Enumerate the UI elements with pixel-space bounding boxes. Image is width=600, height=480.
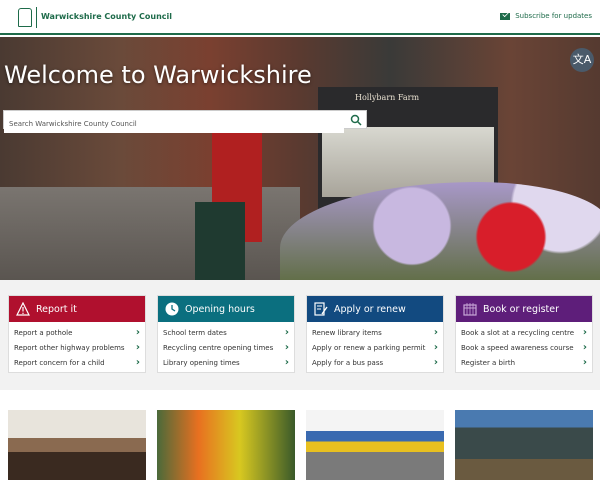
- warning-icon: [16, 302, 30, 316]
- search-input[interactable]: [4, 115, 344, 133]
- link-label: Report a pothole: [14, 328, 73, 337]
- card-link[interactable]: Book a slot at a recycling centre ›: [461, 325, 587, 340]
- search-box: [3, 110, 367, 133]
- calendar-icon: [463, 303, 477, 316]
- card-link[interactable]: Book a speed awareness course ›: [461, 340, 587, 355]
- card-report-it: Report it Report a pothole › Report other…: [8, 295, 146, 373]
- thumb-classroom[interactable]: [8, 410, 146, 480]
- thumb-roadworks[interactable]: [157, 410, 295, 480]
- card-header[interactable]: Report it: [9, 296, 145, 322]
- link-label: Library opening times: [163, 358, 240, 367]
- council-logo-icon[interactable]: [18, 8, 32, 27]
- card-title: Book or register: [483, 303, 560, 315]
- card-title: Report it: [36, 303, 77, 315]
- link-label: School term dates: [163, 328, 227, 337]
- clock-icon: [165, 302, 179, 316]
- subscribe-label: Subscribe for updates: [515, 12, 592, 20]
- card-title: Apply or renew: [334, 303, 406, 315]
- chevron-right-icon: ›: [582, 342, 587, 353]
- card-title: Opening hours: [185, 303, 255, 315]
- quick-links: Report it Report a pothole › Report other…: [0, 280, 600, 390]
- hero-bin: [195, 202, 245, 280]
- card-link[interactable]: Recycling centre opening times ›: [163, 340, 289, 355]
- council-name[interactable]: Warwickshire County Council: [41, 12, 172, 21]
- link-label: Book a slot at a recycling centre: [461, 328, 575, 337]
- link-label: Apply or renew a parking permit: [312, 343, 426, 352]
- chevron-right-icon: ›: [284, 342, 289, 353]
- chevron-right-icon: ›: [135, 357, 140, 368]
- card-header[interactable]: Opening hours: [158, 296, 294, 322]
- chevron-right-icon: ›: [582, 357, 587, 368]
- card-link[interactable]: Register a birth ›: [461, 355, 587, 370]
- card-apply-or-renew: Apply or renew Renew library items › Appl…: [306, 295, 444, 373]
- chevron-right-icon: ›: [135, 327, 140, 338]
- chevron-right-icon: ›: [433, 327, 438, 338]
- site-header: Warwickshire County Council Subscribe fo…: [0, 0, 600, 35]
- shop-sign: Hollybarn Farm: [355, 93, 420, 102]
- card-link[interactable]: School term dates ›: [163, 325, 289, 340]
- link-label: Register a birth: [461, 358, 516, 367]
- link-label: Recycling centre opening times: [163, 343, 274, 352]
- logo-divider: [36, 7, 37, 28]
- chevron-right-icon: ›: [582, 327, 587, 338]
- card-book-or-register: Book or register Book a slot at a recycl…: [455, 295, 593, 373]
- link-label: Report other highway problems: [14, 343, 125, 352]
- card-header[interactable]: Book or register: [456, 296, 592, 322]
- card-link[interactable]: Library opening times ›: [163, 355, 289, 370]
- link-label: Apply for a bus pass: [312, 358, 384, 367]
- chevron-right-icon: ›: [284, 357, 289, 368]
- translate-button[interactable]: 文A: [570, 48, 594, 72]
- mail-icon: [500, 12, 511, 20]
- card-header[interactable]: Apply or renew: [307, 296, 443, 322]
- card-link[interactable]: Report other highway problems ›: [14, 340, 140, 355]
- link-label: Book a speed awareness course: [461, 343, 574, 352]
- card-opening-hours: Opening hours School term dates › Recycli…: [157, 295, 295, 373]
- chevron-right-icon: ›: [135, 342, 140, 353]
- chevron-right-icon: ›: [433, 342, 438, 353]
- card-link[interactable]: Report a pothole ›: [14, 325, 140, 340]
- chevron-right-icon: ›: [433, 357, 438, 368]
- link-label: Report concern for a child: [14, 358, 105, 367]
- link-label: Renew library items: [312, 328, 382, 337]
- card-link[interactable]: Renew library items ›: [312, 325, 438, 340]
- chevron-right-icon: ›: [284, 327, 289, 338]
- page-title: Welcome to Warwickshire: [4, 61, 312, 89]
- subscribe-link[interactable]: Subscribe for updates: [500, 12, 592, 20]
- thumb-vehicle[interactable]: [455, 410, 593, 480]
- card-link[interactable]: Apply or renew a parking permit ›: [312, 340, 438, 355]
- card-link[interactable]: Report concern for a child ›: [14, 355, 140, 370]
- thumb-event[interactable]: [306, 410, 444, 480]
- card-link[interactable]: Apply for a bus pass ›: [312, 355, 438, 370]
- form-icon: [314, 302, 328, 316]
- search-icon[interactable]: [350, 114, 362, 126]
- hero-banner: Hollybarn Farm Welcome to Warwickshire 文…: [0, 37, 600, 280]
